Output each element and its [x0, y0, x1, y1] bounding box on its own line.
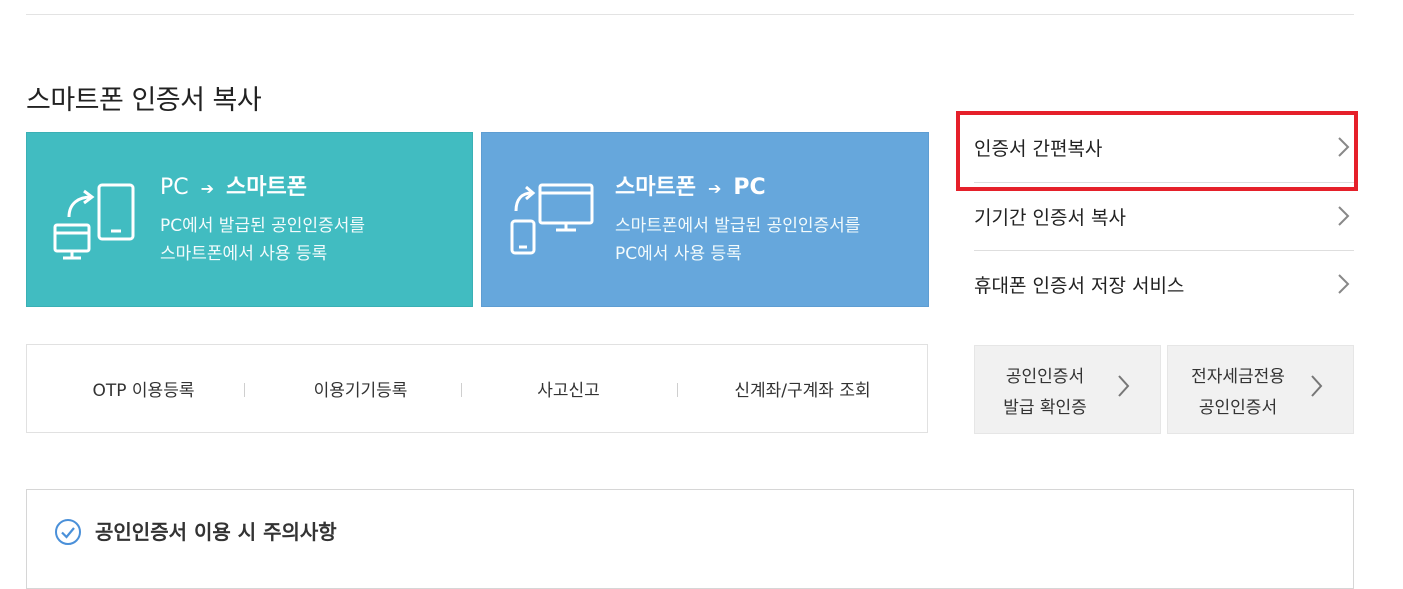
card-heading: 스마트폰 ➔ PC: [615, 169, 766, 201]
card-to-label: 스마트폰: [226, 175, 308, 200]
box-label-line: 전자세금전용: [1191, 367, 1285, 387]
box-label-line: 공인인증서: [1198, 398, 1278, 418]
card-from-label: 스마트폰: [615, 175, 696, 200]
quick-link-device[interactable]: 이용기기등록: [252, 345, 469, 432]
highlight-box: [956, 111, 1358, 191]
box-label-line: 공인인증서: [1005, 367, 1085, 387]
side-link-label: 휴대폰 인증서 저장 서비스: [974, 274, 1185, 297]
side-link-label: 기기간 인증서 복사: [974, 206, 1126, 229]
tax-invoice-cert-button[interactable]: 전자세금전용 공인인증서: [1167, 345, 1354, 434]
check-circle-icon: [55, 519, 81, 545]
side-link-phone-storage[interactable]: 휴대폰 인증서 저장 서비스: [974, 250, 1354, 318]
phone-to-pc-icon: [510, 183, 594, 255]
chevron-right-icon: [1118, 375, 1130, 397]
arrow-right-icon: ➔: [200, 179, 215, 198]
chevron-right-icon: [1311, 375, 1323, 397]
section-title: 스마트폰 인증서 복사: [26, 85, 262, 116]
top-divider: [26, 14, 1354, 15]
box-label: 전자세금전용 공인인증서: [1168, 362, 1308, 424]
box-label-line: 발급 확인증: [1003, 398, 1087, 418]
chevron-right-icon: [1338, 274, 1350, 294]
cert-issue-confirmation-button[interactable]: 공인인증서 발급 확인증: [974, 345, 1161, 434]
divider: [244, 383, 245, 397]
pc-to-phone-icon: [53, 183, 135, 260]
quick-link-otp[interactable]: OTP 이용등록: [35, 345, 252, 432]
card-heading: PC ➔ 스마트폰: [160, 169, 307, 201]
notice-title: 공인인증서 이용 시 주의사항: [95, 520, 337, 544]
smartphone-to-pc-card[interactable]: 스마트폰 ➔ PC 스마트폰에서 발급된 공인인증서를 PC에서 사용 등록: [481, 132, 929, 307]
notice-panel: 공인인증서 이용 시 주의사항: [26, 489, 1354, 589]
card-description: 스마트폰에서 발급된 공인인증서를 PC에서 사용 등록: [615, 212, 860, 268]
card-to-label: PC: [733, 175, 766, 200]
box-label: 공인인증서 발급 확인증: [975, 362, 1115, 424]
card-desc-line: 스마트폰에서 사용 등록: [160, 244, 328, 264]
pc-to-smartphone-card[interactable]: PC ➔ 스마트폰 PC에서 발급된 공인인증서를 스마트폰에서 사용 등록: [26, 132, 473, 307]
card-desc-line: PC에서 발급된 공인인증서를: [160, 216, 365, 236]
card-description: PC에서 발급된 공인인증서를 스마트폰에서 사용 등록: [160, 212, 365, 268]
quick-link-account[interactable]: 신계좌/구계좌 조회: [694, 345, 911, 432]
side-link-device-copy[interactable]: 기기간 인증서 복사: [974, 182, 1354, 250]
arrow-right-icon: ➔: [707, 179, 722, 198]
divider: [677, 383, 678, 397]
card-from-label: PC: [160, 175, 189, 200]
card-desc-line: PC에서 사용 등록: [615, 244, 742, 264]
quick-links-bar: OTP 이용등록 이용기기등록 사고신고 신계좌/구계좌 조회: [26, 344, 928, 433]
card-desc-line: 스마트폰에서 발급된 공인인증서를: [615, 216, 861, 236]
quick-link-report[interactable]: 사고신고: [460, 345, 677, 432]
chevron-right-icon: [1338, 206, 1350, 226]
